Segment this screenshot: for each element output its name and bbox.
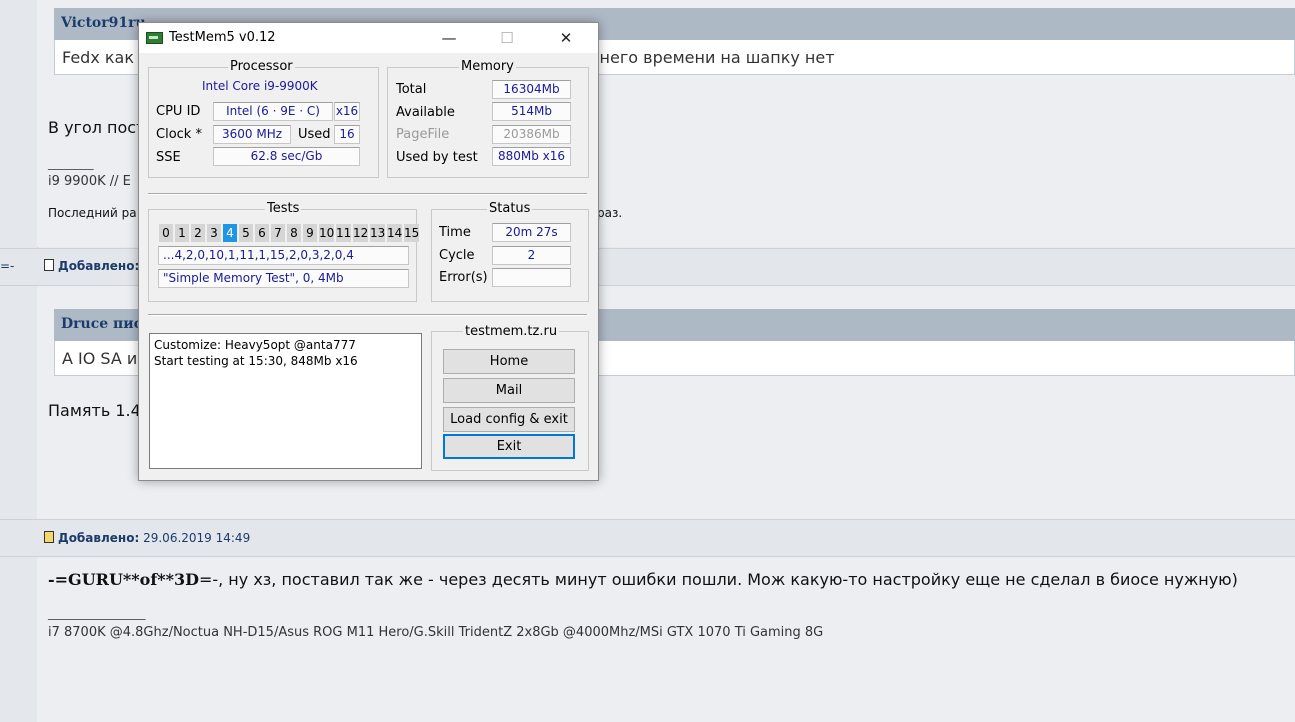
quote-text-1: Fedx как <box>62 48 135 67</box>
cpu-id-label: CPU ID <box>156 104 201 119</box>
test-cell: 9 <box>303 224 317 242</box>
test-cell: 6 <box>255 224 269 242</box>
testmem5-window: TestMem5 v0.12 — ☐ ✕ Processor Intel Cor… <box>138 22 599 481</box>
test-cell: 12 <box>353 224 369 242</box>
separator-bottom <box>148 314 587 316</box>
signature-divider-1: _______ <box>48 156 94 171</box>
log-line-1: Customize: Heavy5opt @anta777 <box>154 338 356 352</box>
log-textarea[interactable]: Customize: Heavy5opt @anta777 Start test… <box>149 333 422 469</box>
clock-label: Clock * <box>156 127 202 142</box>
total-value: 16304Mb <box>492 80 571 99</box>
total-label: Total <box>396 82 427 97</box>
used-by-test-label: Used by test <box>396 150 478 165</box>
available-label: Available <box>396 105 455 120</box>
time-value: 20m 27s <box>492 223 571 242</box>
home-button[interactable]: Home <box>443 349 575 374</box>
post-text-1: В угол пост <box>48 118 146 137</box>
used-threads-value: 16 <box>334 125 360 144</box>
cycle-label: Cycle <box>439 248 475 263</box>
sse-label: SSE <box>156 150 181 165</box>
post-text-2: Память 1.4 <box>48 401 141 420</box>
test-cell: 1 <box>175 224 189 242</box>
test-cell: 2 <box>191 224 205 242</box>
cycle-value: 2 <box>492 246 571 265</box>
used-by-test-value: 880Mb x16 <box>492 147 571 166</box>
quote-text-2: А IO SA и <box>62 349 138 368</box>
pagefile-value: 20386Mb <box>492 125 571 144</box>
quote-text-1-right: у него времени на шапку нет <box>585 48 835 67</box>
sse-value: 62.8 sec/Gb <box>213 147 360 166</box>
test-cell: 15 <box>404 224 420 242</box>
used-threads-label: Used <box>298 127 331 142</box>
document-icon <box>44 259 54 271</box>
window-title: TestMem5 v0.12 <box>169 30 276 45</box>
mail-button[interactable]: Mail <box>443 378 575 403</box>
row-2-left-mark: =- <box>0 259 15 273</box>
test-sequence: ...4,2,0,10,1,11,1,15,2,0,3,2,0,4 <box>158 246 409 265</box>
cpu-id-value: Intel (6 · 9E · C) <box>213 102 333 121</box>
quoted-username[interactable]: -=GURU**of**3D <box>48 570 199 589</box>
post-date-3: 29.06.2019 14:49 <box>143 531 251 545</box>
test-cell: 4 <box>223 224 237 242</box>
test-cell: 3 <box>207 224 221 242</box>
quote-author-2: Druce пис <box>61 316 143 332</box>
website-label: testmem.tz.ru <box>463 324 560 339</box>
exit-button[interactable]: Exit <box>443 434 575 459</box>
errors-value <box>492 268 571 287</box>
memory-label: Memory <box>459 59 516 74</box>
separator-top <box>148 193 587 195</box>
available-value: 514Mb <box>492 102 571 121</box>
test-cell: 0 <box>159 224 173 242</box>
test-cell: 5 <box>239 224 253 242</box>
current-test: "Simple Memory Test", 0, 4Mb <box>158 269 409 288</box>
test-cell: 7 <box>271 224 285 242</box>
added-label-3: Добавлено: 29.06.2019 14:49 <box>44 531 250 545</box>
status-label: Status <box>487 201 533 216</box>
signature-3: i7 8700K @4.8Ghz/Noctua NH-D15/Asus ROG … <box>48 625 824 640</box>
load-config-exit-button[interactable]: Load config & exit <box>443 407 575 432</box>
processor-label: Processor <box>228 59 295 74</box>
clock-value: 3600 MHz <box>213 125 291 144</box>
last-edit-note-left: Последний ра <box>48 206 137 220</box>
tests-label: Tests <box>265 201 302 216</box>
forum-left-column <box>0 0 38 722</box>
test-cell: 10 <box>319 224 335 242</box>
last-edit-note-right: раз. <box>597 206 623 220</box>
signature-divider-3: _______________ <box>48 606 146 621</box>
document-icon <box>44 531 54 543</box>
quote-author-1: Victor91ru <box>61 15 146 31</box>
test-cell: 8 <box>287 224 301 242</box>
cpu-threads-value: x16 <box>334 102 360 121</box>
signature-1: i9 9900K // E <box>48 174 131 189</box>
time-label: Time <box>439 225 471 240</box>
test-cell: 14 <box>387 224 403 242</box>
post-text-3: -=GURU**of**3D=-, ну хз, поставил так же… <box>48 570 1238 589</box>
pagefile-label: PageFile <box>396 127 450 142</box>
close-button[interactable]: ✕ <box>552 27 580 49</box>
errors-label: Error(s) <box>439 270 488 285</box>
memory-module-icon <box>146 32 163 44</box>
minimize-button[interactable]: — <box>435 27 463 49</box>
test-cell: 13 <box>370 224 386 242</box>
window-titlebar[interactable]: TestMem5 v0.12 — ☐ ✕ <box>139 23 598 53</box>
cpu-name: Intel Core i9-9900K <box>202 79 318 93</box>
test-cell: 11 <box>336 224 352 242</box>
maximize-button[interactable]: ☐ <box>493 27 521 49</box>
added-label-2: Добавлено: <box>44 259 139 273</box>
log-line-2: Start testing at 15:30, 848Mb x16 <box>154 354 358 368</box>
